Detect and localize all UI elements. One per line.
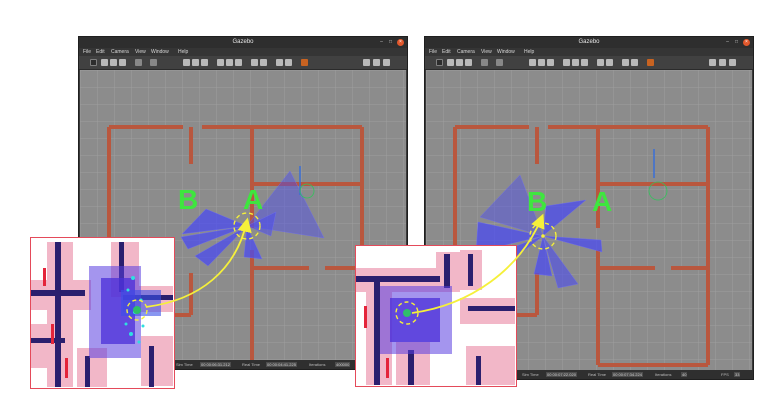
scale-mode-icon[interactable] [465, 59, 472, 66]
window-title: Gazebo [232, 39, 254, 45]
record-video-icon[interactable] [729, 59, 736, 66]
costmap-drawing [31, 238, 173, 387]
menu-help[interactable]: Help [178, 48, 188, 56]
screenshot-icon[interactable] [709, 59, 716, 66]
maximize-button[interactable]: □ [733, 39, 740, 46]
box-shape-icon[interactable] [183, 59, 190, 66]
change-view-icon[interactable] [647, 59, 654, 66]
minimize-button[interactable]: – [724, 39, 731, 46]
label-a: A [592, 186, 613, 217]
copy-icon[interactable] [597, 59, 604, 66]
paste-icon[interactable] [606, 59, 613, 66]
menu-window[interactable]: Window [497, 48, 515, 56]
log-icon[interactable] [373, 59, 380, 66]
real-time-value: 00 00:04:41.225 [266, 362, 297, 367]
paste-icon[interactable] [260, 59, 267, 66]
menu-bar: File Edit Camera View Window Help [425, 48, 753, 56]
undo-icon[interactable] [135, 59, 142, 66]
cylinder-shape-icon[interactable] [547, 59, 554, 66]
real-time-value: 00 00:07:34.224 [612, 372, 643, 377]
rotate-mode-icon[interactable] [110, 59, 117, 66]
snap-icon[interactable] [285, 59, 292, 66]
copy-icon[interactable] [251, 59, 258, 66]
fps-label: FPS [721, 372, 729, 377]
menu-edit[interactable]: Edit [96, 48, 105, 56]
real-time-label: Real Time [588, 372, 607, 377]
real-time-label: Real Time [242, 362, 261, 367]
point-light-icon[interactable] [563, 59, 570, 66]
menu-help[interactable]: Help [524, 48, 534, 56]
close-button[interactable]: × [397, 39, 404, 46]
select-mode-icon[interactable] [90, 59, 97, 66]
robot-footprint [133, 306, 141, 314]
box-shape-icon[interactable] [529, 59, 536, 66]
costmap-inset-right [355, 245, 517, 387]
rotate-mode-icon[interactable] [456, 59, 463, 66]
fps-value: 33 [734, 372, 741, 377]
costmap-inset-left [30, 237, 175, 389]
redo-icon[interactable] [150, 59, 157, 66]
redo-icon[interactable] [496, 59, 503, 66]
record-video-icon[interactable] [383, 59, 390, 66]
screenshot-icon[interactable] [363, 59, 370, 66]
point-light-icon[interactable] [217, 59, 224, 66]
menu-file[interactable]: File [83, 48, 91, 56]
undo-icon[interactable] [481, 59, 488, 66]
iterations-label: Iterations [309, 362, 326, 367]
label-b: B [178, 184, 199, 215]
menu-edit[interactable]: Edit [442, 48, 451, 56]
menu-bar: File Edit Camera View Window Help [79, 48, 407, 56]
scale-mode-icon[interactable] [119, 59, 126, 66]
close-button[interactable]: × [743, 39, 750, 46]
toolbar [425, 56, 753, 70]
menu-view[interactable]: View [135, 48, 146, 56]
iterations-label: Iterations [655, 372, 672, 377]
menu-camera[interactable]: Camera [457, 48, 475, 56]
sim-time-value: 00 00:07:22.020 [546, 372, 577, 377]
maximize-button[interactable]: □ [387, 39, 394, 46]
spot-light-icon[interactable] [572, 59, 579, 66]
cylinder-shape-icon[interactable] [201, 59, 208, 66]
iterations-value: 40 [681, 372, 688, 377]
robot-position-dot [541, 234, 545, 238]
menu-window[interactable]: Window [151, 48, 169, 56]
menu-camera[interactable]: Camera [111, 48, 129, 56]
robot-footprint [403, 309, 411, 317]
iterations-value: 400000 [335, 362, 351, 367]
change-view-icon[interactable] [301, 59, 308, 66]
title-bar: Gazebo – □ × [425, 37, 753, 48]
label-b: B [527, 186, 548, 217]
snap-icon[interactable] [631, 59, 638, 66]
robot-position-dot [245, 224, 249, 228]
window-title: Gazebo [578, 39, 600, 45]
translate-mode-icon[interactable] [447, 59, 454, 66]
sim-time-label: Sim Time [522, 372, 539, 377]
spot-light-icon[interactable] [226, 59, 233, 66]
menu-file[interactable]: File [429, 48, 437, 56]
sim-time-value: 00 00:06:31.212 [200, 362, 231, 367]
minimize-button[interactable]: – [378, 39, 385, 46]
directional-light-icon[interactable] [581, 59, 588, 66]
menu-view[interactable]: View [481, 48, 492, 56]
log-icon[interactable] [719, 59, 726, 66]
select-mode-icon[interactable] [436, 59, 443, 66]
align-icon[interactable] [276, 59, 283, 66]
translate-mode-icon[interactable] [101, 59, 108, 66]
sphere-shape-icon[interactable] [192, 59, 199, 66]
label-a: A [243, 184, 264, 215]
toolbar [79, 56, 407, 70]
sphere-shape-icon[interactable] [538, 59, 545, 66]
directional-light-icon[interactable] [235, 59, 242, 66]
align-icon[interactable] [622, 59, 629, 66]
sim-time-label: Sim Time [176, 362, 193, 367]
title-bar: Gazebo – □ × [79, 37, 407, 48]
costmap-drawing [356, 246, 515, 385]
